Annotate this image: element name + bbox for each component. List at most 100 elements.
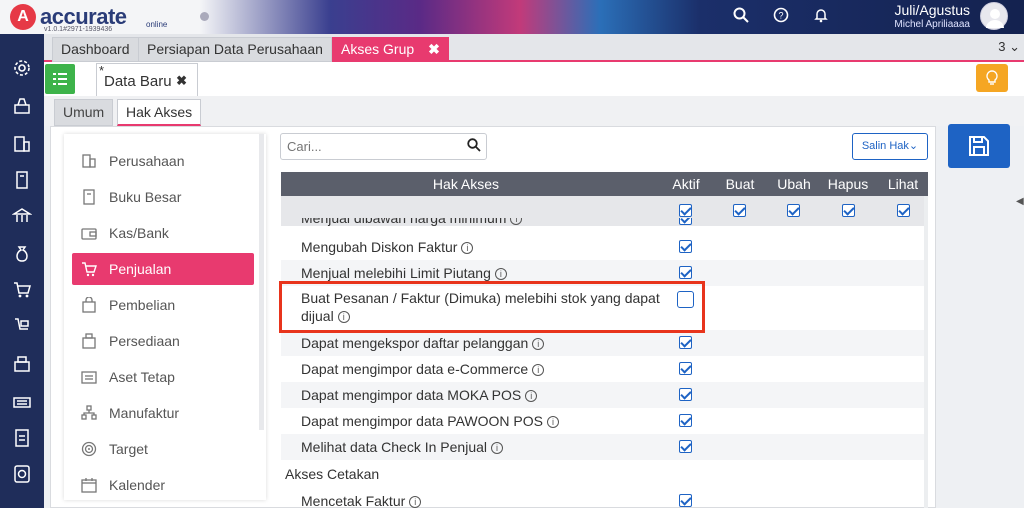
aktif-checkbox[interactable]	[679, 388, 692, 401]
info-icon[interactable]: i	[532, 364, 545, 376]
ubah-all-checkbox[interactable]	[787, 204, 800, 217]
asset-icon[interactable]	[10, 392, 34, 416]
chevron-left-icon[interactable]: ◀	[1016, 196, 1024, 207]
table-row: Dapat mengimpor data PAWOON POS i	[281, 408, 924, 434]
info-icon[interactable]: i	[409, 496, 422, 508]
submenu-label: Manufaktur	[109, 405, 180, 421]
tab-persiapan-data[interactable]: Persiapan Data Perusahaan	[138, 37, 332, 62]
table-row: Menjual dibawah harga minimum i	[281, 218, 924, 230]
header-lihat: Lihat	[887, 176, 919, 192]
table-scrollbar[interactable]	[924, 196, 928, 508]
document-bar: * Data Baru ✖	[44, 62, 1024, 96]
salin-hak-button[interactable]: Salin Hak⌄	[852, 133, 928, 160]
info-icon[interactable]: i	[461, 242, 474, 254]
table-header: Hak Akses Aktif Buat Ubah Hapus Lihat	[281, 172, 928, 196]
search-input[interactable]	[280, 133, 487, 160]
submenu-item-buku-besar[interactable]: Buku Besar	[72, 181, 254, 213]
search-icon[interactable]	[467, 138, 481, 152]
inventory-icon[interactable]	[10, 354, 34, 378]
info-icon[interactable]: i	[525, 390, 538, 402]
submenu-scrollbar[interactable]	[259, 134, 264, 430]
aktif-checkbox[interactable]	[679, 336, 692, 349]
submenu-label: Target	[109, 441, 148, 457]
module-submenu: Perusahaan Buku Besar Kas/Bank Penjualan…	[64, 134, 266, 500]
help-icon[interactable]: ?	[771, 7, 791, 27]
close-icon[interactable]: ✖	[176, 73, 187, 89]
unsaved-marker: *	[99, 63, 105, 78]
tab-hak-akses[interactable]: Hak Akses	[117, 99, 202, 126]
tab-akses-grup[interactable]: Akses Grup ✖	[332, 37, 449, 62]
tab-dashboard[interactable]: Dashboard	[52, 37, 139, 62]
aktif-checkbox[interactable]	[679, 218, 692, 225]
table-row: Mengubah Diskon Faktur i	[281, 234, 924, 260]
cashier-icon[interactable]	[10, 96, 34, 120]
user-name[interactable]: Michel Apriliaaaa	[860, 19, 970, 30]
submenu-item-kalender[interactable]: Kalender	[72, 469, 254, 501]
row-label: Dapat mengimpor data PAWOON POS i	[301, 413, 559, 429]
submenu-item-persediaan[interactable]: Persediaan	[72, 325, 254, 357]
save-button[interactable]	[948, 124, 1010, 168]
logo-mark: A	[10, 4, 36, 30]
info-icon[interactable]: i	[532, 338, 545, 350]
period-label[interactable]: Juli/Agustus	[880, 2, 970, 18]
buat-all-checkbox[interactable]	[733, 204, 746, 217]
save-icon	[969, 136, 989, 156]
submenu-item-aset-tetap[interactable]: Aset Tetap	[72, 361, 254, 393]
lihat-all-checkbox[interactable]	[897, 204, 910, 217]
info-icon[interactable]: i	[491, 442, 503, 454]
submenu-label: Pembelian	[109, 297, 176, 313]
calendar-icon	[81, 469, 97, 504]
company-icon[interactable]	[10, 134, 34, 158]
doc-tab-label: Data Baru	[104, 73, 172, 90]
info-icon[interactable]: i	[546, 416, 559, 428]
tax-icon[interactable]	[10, 428, 34, 452]
submenu-item-penjualan[interactable]: Penjualan	[72, 253, 254, 285]
box-icon	[81, 325, 97, 360]
row-label: Mencetak Faktur i	[301, 493, 422, 508]
tab-count[interactable]: 3 ⌄	[998, 39, 1020, 55]
highlight-box	[279, 281, 705, 333]
bank-icon[interactable]	[10, 206, 34, 230]
aktif-checkbox[interactable]	[679, 266, 692, 279]
cart-icon[interactable]	[10, 280, 34, 304]
ledger-icon[interactable]	[10, 170, 34, 194]
submenu-item-kas-bank[interactable]: Kas/Bank	[72, 217, 254, 249]
svg-text:?: ?	[778, 11, 783, 21]
row-label: Dapat mengekspor daftar pelanggan i	[301, 335, 545, 351]
settings-icon[interactable]	[10, 58, 34, 82]
hapus-all-checkbox[interactable]	[842, 204, 855, 217]
aktif-checkbox[interactable]	[679, 362, 692, 375]
close-icon[interactable]: ✖	[428, 41, 440, 57]
factory-icon	[81, 397, 97, 432]
tab-umum[interactable]: Umum	[54, 99, 114, 126]
aktif-checkbox[interactable]	[679, 414, 692, 427]
aktif-checkbox[interactable]	[679, 440, 692, 453]
money-bag-icon[interactable]	[10, 244, 34, 268]
submenu-item-pembelian[interactable]: Pembelian	[72, 289, 254, 321]
lightbulb-icon[interactable]	[976, 64, 1008, 92]
submenu-label: Penjualan	[109, 261, 172, 277]
purchase-icon[interactable]	[10, 316, 34, 340]
submenu-label: Kas/Bank	[109, 225, 169, 241]
aktif-all-checkbox[interactable]	[679, 204, 692, 217]
info-icon[interactable]: i	[510, 218, 523, 225]
submenu-item-manufaktur[interactable]: Manufaktur	[72, 397, 254, 429]
report-icon[interactable]	[10, 464, 34, 488]
submenu-item-perusahaan[interactable]: Perusahaan	[72, 145, 254, 177]
info-icon[interactable]: i	[494, 268, 507, 280]
aktif-checkbox[interactable]	[679, 494, 692, 507]
table-row: Dapat mengimpor data e-Commerce i	[281, 356, 924, 382]
wallet-icon	[81, 217, 97, 252]
avatar[interactable]	[980, 2, 1008, 30]
header-aktif: Aktif	[672, 176, 700, 192]
list-view-button[interactable]	[45, 64, 75, 94]
search-icon[interactable]	[731, 7, 751, 27]
top-bar: A accurate online v1.0.1#2971-1939436 ? …	[0, 0, 1024, 34]
header-ubah: Ubah	[777, 176, 811, 192]
module-tabs: Dashboard Persiapan Data Perusahaan Akse…	[44, 34, 1024, 62]
doc-tab-data-baru[interactable]: * Data Baru ✖	[96, 63, 198, 96]
bell-icon[interactable]	[811, 7, 831, 27]
submenu-item-target[interactable]: Target	[72, 433, 254, 465]
aktif-checkbox[interactable]	[679, 240, 692, 253]
row-label: Dapat mengimpor data e-Commerce i	[301, 361, 545, 377]
